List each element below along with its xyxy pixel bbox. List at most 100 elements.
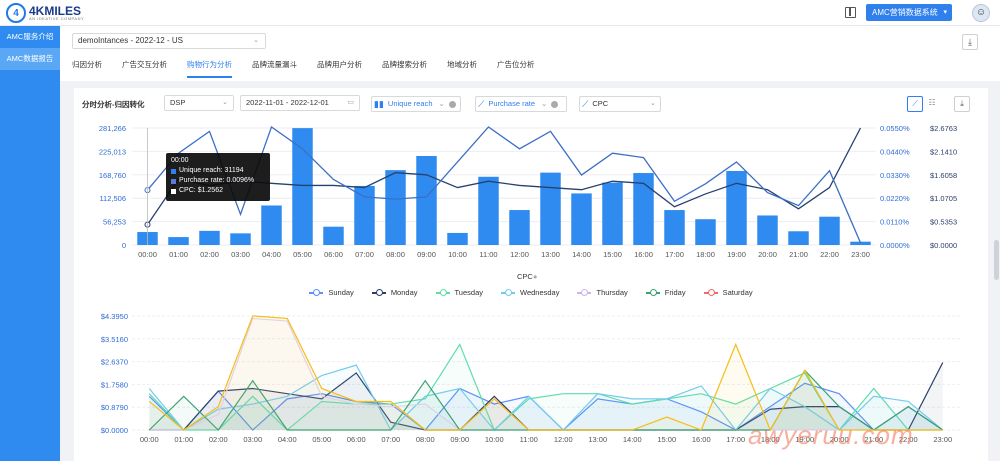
legend-swatch <box>171 168 176 174</box>
legend-marker-icon <box>645 289 660 296</box>
x-axis-tick-label: 04:00 <box>278 435 297 444</box>
x-axis-tick-label: 17:00 <box>726 435 745 444</box>
bar-unique-reach <box>323 226 344 245</box>
y-axis-tick-label: 281,266 <box>99 124 126 133</box>
watermark-text: awyeruu.com <box>748 420 914 450</box>
x-axis-tick-label: 12:00 <box>510 250 529 259</box>
x-axis-tick-label: 08:00 <box>416 435 435 444</box>
weekday-legend: Sunday Monday Tuesday Wednesday Thursday… <box>74 288 988 297</box>
cpc-chart-title-text: CPC <box>517 272 533 281</box>
x-axis-tick-label: 06:00 <box>347 435 366 444</box>
tooltip-row-purchase: Purchase rate: 0.0096% <box>171 176 265 186</box>
y-axis-tick-label: $1.7580 <box>101 380 128 389</box>
tooltip-label: CPC: <box>179 187 196 194</box>
legend-item-saturday[interactable]: Saturday <box>703 288 753 297</box>
x-axis-tick-label: 02:00 <box>209 435 228 444</box>
legend-item-tuesday[interactable]: Tuesday <box>435 288 483 297</box>
x-axis-tick-label: 03:00 <box>231 250 250 259</box>
x-axis-tick-label: 20:00 <box>758 250 777 259</box>
bar-unique-reach <box>757 215 778 245</box>
legend-label: Saturday <box>722 288 753 297</box>
y2-axis-tick-label: 0.0220% <box>880 194 910 203</box>
bar-unique-reach <box>447 232 468 245</box>
x-axis-tick-label: 05:00 <box>293 250 312 259</box>
y2-axis-tick-label: 0.0110% <box>880 218 909 227</box>
legend-swatch <box>171 188 176 194</box>
y-axis-tick-label: $4.3950 <box>101 312 128 321</box>
y-axis-tick-label: 168,760 <box>99 171 126 180</box>
scrollbar[interactable] <box>994 240 999 280</box>
tooltip-value: 0.0096% <box>226 177 255 184</box>
charts-svg: 0 0.0000% $0.0000 56,253 0.0110% $0.5353 112,5… <box>99 124 960 444</box>
y3-axis-tick-label: $0.0000 <box>930 241 957 250</box>
bar-unique-reach <box>199 230 220 245</box>
legend-item-friday[interactable]: Friday <box>645 288 686 297</box>
bar-unique-reach <box>230 233 251 245</box>
tooltip-row-reach: Unique reach: 31194 <box>171 166 265 176</box>
legend-swatch <box>171 178 176 184</box>
bar-unique-reach <box>788 231 809 245</box>
tooltip-value: 31194 <box>224 167 244 174</box>
y3-axis-tick-label: $1.0705 <box>930 194 957 203</box>
x-axis-tick-label: 21:00 <box>789 250 808 259</box>
legend-item-wednesday[interactable]: Wednesday <box>501 288 559 297</box>
x-axis-tick-label: 23:00 <box>851 250 870 259</box>
x-axis-tick-label: 07:00 <box>381 435 400 444</box>
bar-unique-reach <box>478 176 499 245</box>
legend-label: Sunday <box>328 288 354 297</box>
legend-marker-icon <box>435 289 450 296</box>
x-axis-tick-label: 12:00 <box>554 435 573 444</box>
y2-axis-tick-label: 0.0440% <box>880 147 910 156</box>
y3-axis-tick-label: $2.6763 <box>930 124 957 133</box>
y-axis-tick-label: 0 <box>122 241 126 250</box>
x-axis-tick-label: 02:00 <box>200 250 219 259</box>
x-axis-tick-label: 15:00 <box>657 435 676 444</box>
bar-unique-reach <box>602 182 623 245</box>
legend-item-thursday[interactable]: Thursday <box>577 288 628 297</box>
bar-unique-reach <box>354 185 375 245</box>
x-axis-tick-label: 07:00 <box>355 250 374 259</box>
help-icon[interactable]: ● <box>533 272 538 281</box>
bar-unique-reach <box>571 193 592 245</box>
bar-unique-reach <box>416 155 437 245</box>
x-axis-tick-label: 15:00 <box>603 250 622 259</box>
legend-label: Monday <box>390 288 418 297</box>
legend-marker-icon <box>703 289 718 296</box>
x-axis-tick-label: 16:00 <box>634 250 653 259</box>
x-axis-tick-label: 08:00 <box>386 250 405 259</box>
x-axis-tick-label: 09:00 <box>450 435 469 444</box>
bar-unique-reach <box>819 216 840 245</box>
x-axis-tick-label: 05:00 <box>312 435 331 444</box>
x-axis-tick-label: 09:00 <box>417 250 436 259</box>
tooltip-label: Purchase rate: <box>179 177 225 184</box>
legend-item-sunday[interactable]: Sunday <box>309 288 354 297</box>
legend-label: Wednesday <box>520 288 560 297</box>
legend-marker-icon <box>309 289 324 296</box>
legend-label: Thursday <box>596 288 628 297</box>
x-axis-tick-label: 13:00 <box>588 435 607 444</box>
tooltip-row-cpc: CPC: $1.2562 <box>171 186 265 196</box>
y2-axis-tick-label: 0.0000% <box>880 241 910 250</box>
y2-axis-tick-label: 0.0330% <box>880 171 910 180</box>
x-axis-tick-label: 11:00 <box>520 435 538 444</box>
x-axis-tick-label: 23:00 <box>933 435 952 444</box>
x-axis-tick-label: 01:00 <box>169 250 188 259</box>
tooltip-time: 00:00 <box>171 157 189 164</box>
legend-marker-icon <box>371 289 386 296</box>
bar-unique-reach <box>385 170 406 245</box>
cpc-chart-title: CPC● <box>517 272 537 281</box>
y-axis-tick-label: $3.5160 <box>101 335 128 344</box>
x-axis-tick-label: 01:00 <box>174 435 193 444</box>
bar-unique-reach <box>261 205 282 245</box>
y-axis-tick-label: $2.6370 <box>101 358 128 367</box>
y-axis-tick-label: $0.8790 <box>101 403 128 412</box>
bar-unique-reach <box>695 219 716 245</box>
x-axis-tick-label: 14:00 <box>572 250 591 259</box>
x-axis-tick-label: 16:00 <box>692 435 711 444</box>
x-axis-tick-label: 11:00 <box>479 250 497 259</box>
legend-item-monday[interactable]: Monday <box>371 288 418 297</box>
x-axis-tick-label: 10:00 <box>448 250 467 259</box>
bar-unique-reach <box>726 170 747 245</box>
x-axis-tick-label: 00:00 <box>138 250 157 259</box>
y3-axis-tick-label: $0.5353 <box>930 218 957 227</box>
